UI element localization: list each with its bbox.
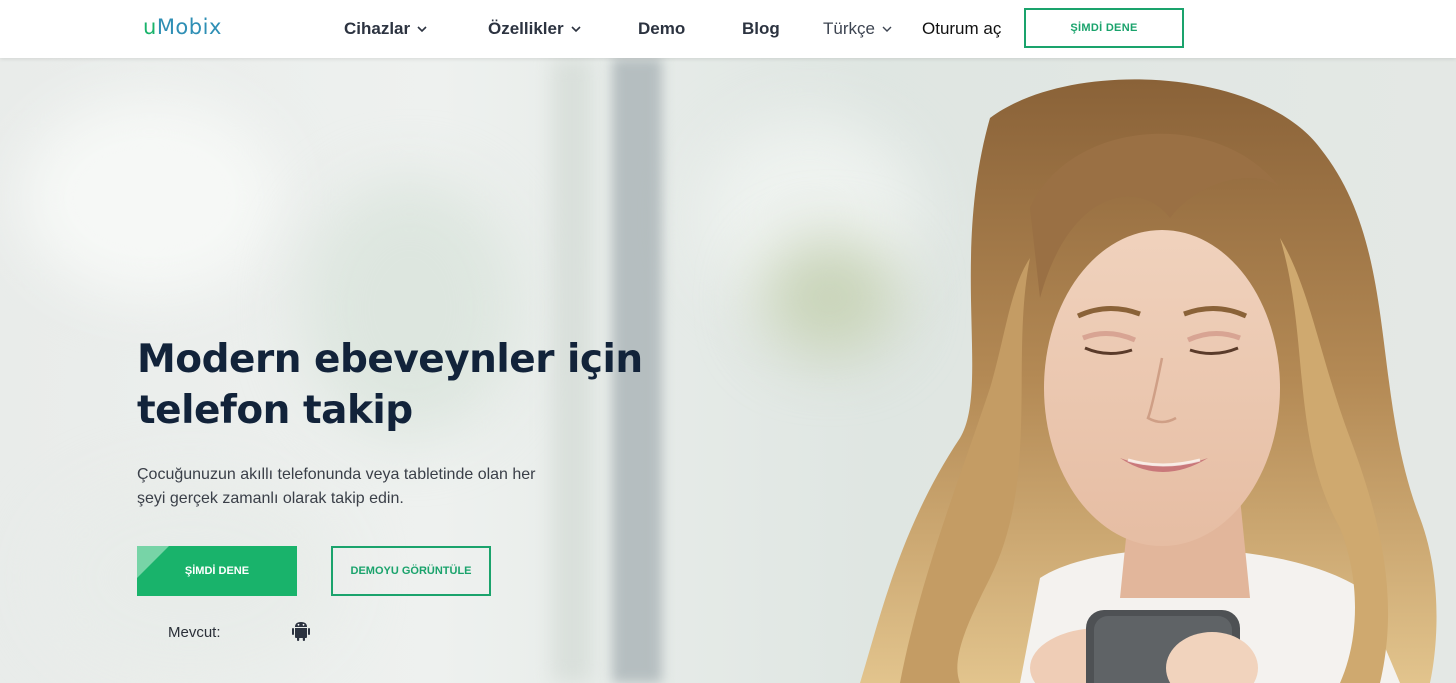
hero-title-line-2: telefon takip xyxy=(137,388,413,433)
hero-subtitle-line-1: Çocuğunuzun akıllı telefonunda veya tabl… xyxy=(137,466,536,483)
button-corner-accent xyxy=(137,546,169,578)
login-label: Oturum aç xyxy=(922,19,1002,38)
nav-devices[interactable]: Cihazlar xyxy=(344,19,428,39)
android-icon[interactable] xyxy=(291,620,311,642)
chevron-down-icon xyxy=(417,26,427,33)
nav-features[interactable]: Özellikler xyxy=(488,19,582,39)
logo-letter-u: u xyxy=(143,15,157,39)
try-now-header-button[interactable]: ŞİMDİ DENE xyxy=(1024,8,1184,48)
try-now-label: ŞİMDİ DENE xyxy=(184,565,250,577)
nav-demo-label: Demo xyxy=(638,19,686,38)
logo-text: Mobix xyxy=(156,15,222,39)
hero-title-line-1: Modern ebeveynler için xyxy=(137,337,643,382)
language-selector[interactable]: Türkçe xyxy=(823,19,893,39)
woman-with-phone-image xyxy=(860,79,1437,683)
umobix-logo[interactable]: uMobix xyxy=(143,15,222,39)
hero-subtitle: Çocuğunuzun akıllı telefonunda veya tabl… xyxy=(137,463,607,511)
chevron-down-icon xyxy=(571,26,581,33)
view-demo-label: DEMOYU GÖRÜNTÜLE xyxy=(350,565,472,577)
background-blur xyxy=(20,98,280,298)
login-link[interactable]: Oturum aç xyxy=(922,19,1001,39)
nav-features-label: Özellikler xyxy=(488,19,564,38)
nav-blog-label: Blog xyxy=(742,19,780,38)
language-label: Türkçe xyxy=(823,19,875,38)
nav-blog[interactable]: Blog xyxy=(742,19,780,39)
chevron-down-icon xyxy=(882,26,892,32)
hero-title: Modern ebeveynler için telefon takip xyxy=(137,334,697,436)
view-demo-button[interactable]: DEMOYU GÖRÜNTÜLE xyxy=(331,546,491,596)
top-navigation-bar: uMobix Cihazlar Özellikler Demo Blog Tür… xyxy=(0,0,1456,58)
available-on-label: Mevcut: xyxy=(168,624,221,641)
hero-subtitle-line-2: şeyi gerçek zamanlı olarak takip edin. xyxy=(137,490,404,507)
nav-devices-label: Cihazlar xyxy=(344,19,411,38)
try-now-header-label: ŞİMDİ DENE xyxy=(1070,22,1138,34)
nav-demo[interactable]: Demo xyxy=(638,19,685,39)
hero-section: Modern ebeveynler için telefon takip Çoc… xyxy=(0,58,1456,683)
try-now-button[interactable]: ŞİMDİ DENE xyxy=(137,546,297,596)
